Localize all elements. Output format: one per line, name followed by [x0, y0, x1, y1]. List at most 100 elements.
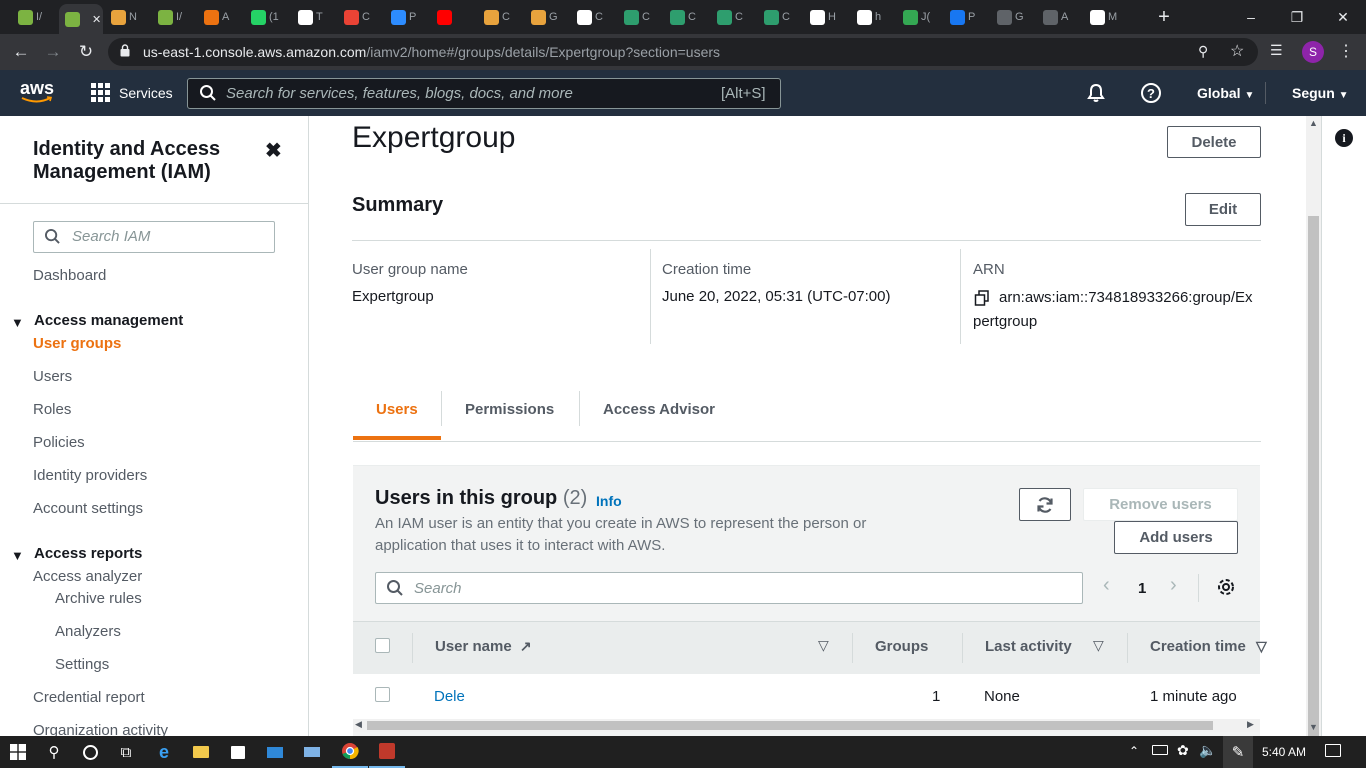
- browser-tab[interactable]: C: [664, 5, 708, 29]
- search-icon[interactable]: ⚲: [36, 736, 72, 768]
- back-icon[interactable]: ←: [8, 39, 34, 65]
- copy-icon[interactable]: [974, 290, 990, 311]
- tab-access-advisor[interactable]: Access Advisor: [603, 401, 715, 418]
- clock-time[interactable]: 5:40 AM: [1262, 745, 1306, 759]
- file-explorer-icon[interactable]: [183, 736, 219, 768]
- info-icon[interactable]: i: [1335, 129, 1353, 147]
- region-selector[interactable]: Global ▼: [1197, 85, 1254, 101]
- edit-summary-button[interactable]: Edit: [1185, 193, 1261, 226]
- select-all-checkbox[interactable]: [375, 638, 390, 653]
- services-grid-icon[interactable]: [91, 83, 110, 102]
- aws-logo[interactable]: aws: [20, 79, 54, 105]
- caret-down-icon[interactable]: ▼: [11, 315, 24, 330]
- scroll-down-icon[interactable]: ▼: [1309, 722, 1318, 732]
- sort-caret-down-icon[interactable]: ▽: [1093, 637, 1104, 654]
- browser-tab[interactable]: N: [105, 5, 149, 29]
- media-control-icon[interactable]: ☰: [1270, 42, 1283, 59]
- browser-tab[interactable]: [431, 5, 475, 29]
- help-icon[interactable]: ?: [1141, 83, 1161, 103]
- users-search-input[interactable]: Search: [375, 572, 1083, 604]
- task-view-icon[interactable]: ⧉: [108, 736, 144, 768]
- scrollbar-thumb[interactable]: [367, 721, 1213, 730]
- page-vertical-scrollbar[interactable]: ▲ ▼: [1306, 116, 1321, 750]
- browser-tab[interactable]: A: [198, 5, 242, 29]
- browser-tab[interactable]: M: [1084, 5, 1128, 29]
- browser-tab[interactable]: I/: [12, 5, 56, 29]
- sidebar-item-dashboard[interactable]: Dashboard: [33, 267, 106, 284]
- chrome-menu-icon[interactable]: ⋮: [1338, 41, 1354, 61]
- mail-icon[interactable]: [257, 736, 293, 768]
- battery-icon[interactable]: [1152, 745, 1168, 755]
- forward-icon[interactable]: →: [40, 39, 66, 65]
- browser-tab[interactable]: C: [338, 5, 382, 29]
- scroll-left-icon[interactable]: ◀: [355, 719, 362, 730]
- cortana-icon[interactable]: [72, 736, 108, 768]
- sidebar-item-users[interactable]: Users: [33, 368, 72, 385]
- user-name-link[interactable]: Dele: [434, 688, 465, 705]
- sidebar-item-roles[interactable]: Roles: [33, 401, 71, 418]
- zoom-icon[interactable]: ⚲: [1198, 43, 1208, 60]
- browser-tab[interactable]: T: [292, 5, 336, 29]
- sidebar-search-input[interactable]: Search IAM: [33, 221, 275, 253]
- column-header-groups[interactable]: Groups: [875, 638, 928, 655]
- page-number[interactable]: 1: [1138, 580, 1146, 597]
- profile-avatar[interactable]: S: [1302, 41, 1324, 63]
- browser-tab[interactable]: C: [758, 5, 802, 29]
- store-icon[interactable]: [220, 736, 256, 768]
- browser-tab[interactable]: I/: [152, 5, 196, 29]
- tab-permissions[interactable]: Permissions: [465, 401, 554, 418]
- preferences-gear-icon[interactable]: [1216, 577, 1236, 602]
- tab-users[interactable]: Users: [376, 401, 418, 418]
- notification-center-icon[interactable]: [1325, 744, 1341, 757]
- keyboard-app-icon[interactable]: [294, 736, 330, 768]
- bookmark-star-icon[interactable]: ☆: [1230, 41, 1244, 61]
- wifi-icon[interactable]: ✿: [1177, 742, 1189, 759]
- chrome-taskbar-icon[interactable]: [332, 736, 368, 768]
- table-horizontal-scrollbar[interactable]: ◀ ▶: [353, 719, 1260, 732]
- browser-tab[interactable]: P: [385, 5, 429, 29]
- edge-icon[interactable]: e: [146, 736, 182, 768]
- sidebar-item-user-groups[interactable]: User groups: [33, 335, 121, 352]
- add-users-button[interactable]: Add users: [1114, 521, 1238, 554]
- tray-chevron-up-icon[interactable]: ⌃: [1129, 744, 1139, 758]
- volume-icon[interactable]: 🔈: [1199, 742, 1216, 759]
- sidebar-item-credential-report[interactable]: Credential report: [33, 689, 145, 706]
- sidebar-item-organization-activity[interactable]: Organization activity: [33, 722, 168, 736]
- pen-icon[interactable]: ✎: [1223, 736, 1253, 768]
- refresh-button[interactable]: [1019, 488, 1071, 521]
- browser-tab[interactable]: J(: [897, 5, 941, 29]
- app-taskbar-icon[interactable]: [369, 736, 405, 768]
- reload-icon[interactable]: ↻: [73, 39, 99, 65]
- delete-group-button[interactable]: Delete: [1167, 126, 1261, 158]
- address-bar[interactable]: us-east-1.console.aws.amazon.com/iamv2/h…: [108, 38, 1258, 66]
- browser-tab[interactable]: A: [1037, 5, 1081, 29]
- close-tab-icon[interactable]: ✕: [92, 13, 101, 26]
- close-sidebar-icon[interactable]: ✖: [265, 138, 282, 163]
- scroll-right-icon[interactable]: ▶: [1247, 719, 1254, 730]
- sidebar-item-policies[interactable]: Policies: [33, 434, 85, 451]
- sidebar-item-archive-rules[interactable]: Archive rules: [55, 590, 142, 607]
- notifications-bell-icon[interactable]: [1087, 83, 1105, 108]
- new-tab-button[interactable]: +: [1152, 5, 1176, 29]
- minimize-button[interactable]: –: [1228, 0, 1274, 34]
- sidebar-heading-access-reports[interactable]: Access reports: [34, 545, 142, 562]
- browser-tab[interactable]: P: [944, 5, 988, 29]
- account-menu[interactable]: Segun ▼: [1292, 85, 1349, 101]
- caret-down-icon[interactable]: ▼: [11, 548, 24, 563]
- close-window-button[interactable]: ✕: [1320, 0, 1366, 34]
- column-header-creation-time[interactable]: Creation time ▽: [1150, 638, 1267, 655]
- sort-caret-down-icon[interactable]: ▽: [818, 637, 829, 654]
- info-link[interactable]: Info: [596, 493, 622, 509]
- windows-start-icon[interactable]: [0, 736, 36, 768]
- browser-tab[interactable]: G: [991, 5, 1035, 29]
- row-checkbox[interactable]: [375, 687, 390, 702]
- sidebar-item-account-settings[interactable]: Account settings: [33, 500, 143, 517]
- sidebar-item-analyzers[interactable]: Analyzers: [55, 623, 121, 640]
- sidebar-heading-access-management[interactable]: Access management: [34, 312, 183, 329]
- browser-tab[interactable]: h: [851, 5, 895, 29]
- sidebar-item-settings[interactable]: Settings: [55, 656, 109, 673]
- browser-tab[interactable]: ✕: [59, 4, 103, 34]
- restore-button[interactable]: ❐: [1274, 0, 1320, 34]
- sidebar-item-identity-providers[interactable]: Identity providers: [33, 467, 147, 484]
- global-search-input[interactable]: Search for services, features, blogs, do…: [187, 78, 781, 109]
